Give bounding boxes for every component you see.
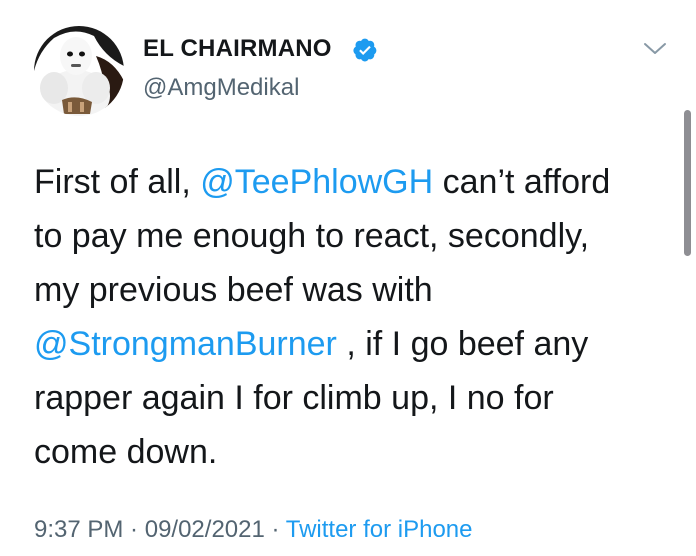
tweet-text-line: come down. — [34, 433, 218, 471]
tweet-text-line: First of all, @TeePhlowGH can’t afford — [34, 155, 674, 209]
avatar-image — [34, 26, 124, 116]
tweet-time[interactable]: 9:37 PM — [34, 516, 123, 543]
mention-link-strongmanburner[interactable]: @StrongmanBurner — [34, 325, 337, 363]
user-handle[interactable]: @AmgMedikal — [143, 74, 299, 102]
tweet-card: EL CHAIRMANO @AmgMedikal First of all, @… — [0, 0, 696, 556]
verified-badge-icon — [353, 38, 377, 62]
tweet-source-link[interactable]: Twitter for iPhone — [286, 516, 473, 543]
mention-link-teephlowgh[interactable]: @TeePhlowGH — [200, 163, 433, 201]
tweet-meta: 9:37 PM · 09/02/2021 · Twitter for iPhon… — [34, 516, 473, 544]
tweet-text-line: rapper again I for climb up, I no for — [34, 379, 554, 417]
scrollbar-thumb[interactable] — [684, 110, 691, 256]
tweet-text-segment: First of all, — [34, 163, 201, 201]
meta-separator: · — [264, 516, 286, 543]
chevron-down-icon[interactable] — [642, 40, 668, 58]
tweet-text-line: my previous beef was with — [34, 271, 433, 309]
tweet-text-line: @StrongmanBurner , if I go beef any — [34, 317, 674, 371]
tweet-text: First of all, @TeePhlowGH can’t afford t… — [34, 155, 674, 479]
meta-separator: · — [123, 516, 145, 543]
tweet-date[interactable]: 09/02/2021 — [145, 516, 265, 543]
display-name[interactable]: EL CHAIRMANO — [143, 35, 332, 63]
tweet-text-line: to pay me enough to react, secondly, — [34, 217, 590, 255]
avatar[interactable] — [34, 26, 124, 116]
tweet-text-segment: can’t afford — [433, 163, 611, 201]
tweet-text-segment: , if I go beef any — [336, 325, 589, 363]
